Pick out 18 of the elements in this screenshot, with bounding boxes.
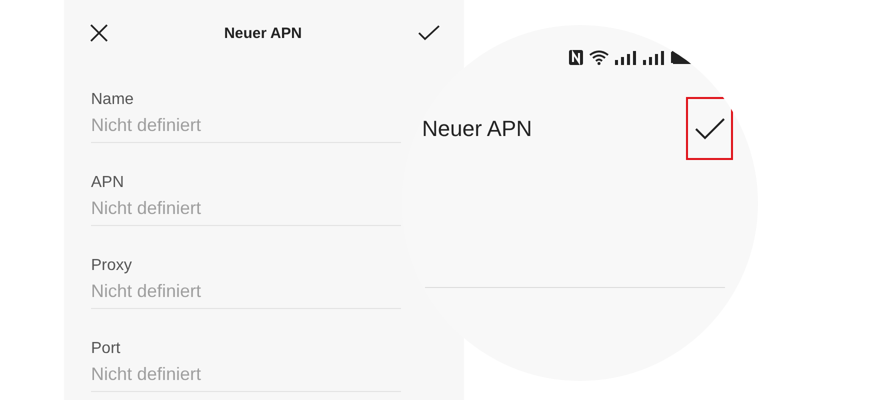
screen-title: Neuer APN	[422, 116, 532, 142]
checkmark-icon[interactable]	[418, 25, 440, 41]
signal-icon	[643, 50, 665, 64]
input-field[interactable]: Nicht definiert	[91, 110, 401, 143]
signal-icon	[615, 50, 637, 64]
field-label: Proxy	[91, 256, 133, 276]
screen-title: Neuer APN	[224, 24, 302, 42]
field-label: APN	[91, 173, 125, 193]
close-icon[interactable]	[90, 24, 108, 42]
field-label: Name	[91, 90, 135, 110]
input-field[interactable]: Nicht definiert	[91, 359, 401, 392]
input-field[interactable]: Nicht definiert	[91, 193, 401, 226]
battery-icon	[671, 51, 693, 64]
field-label: Port	[91, 339, 122, 359]
checkmark-icon[interactable]	[694, 118, 724, 140]
input-field[interactable]: Nicht definiert	[91, 276, 401, 309]
wifi-icon	[589, 50, 609, 65]
nfc-icon	[569, 50, 583, 65]
